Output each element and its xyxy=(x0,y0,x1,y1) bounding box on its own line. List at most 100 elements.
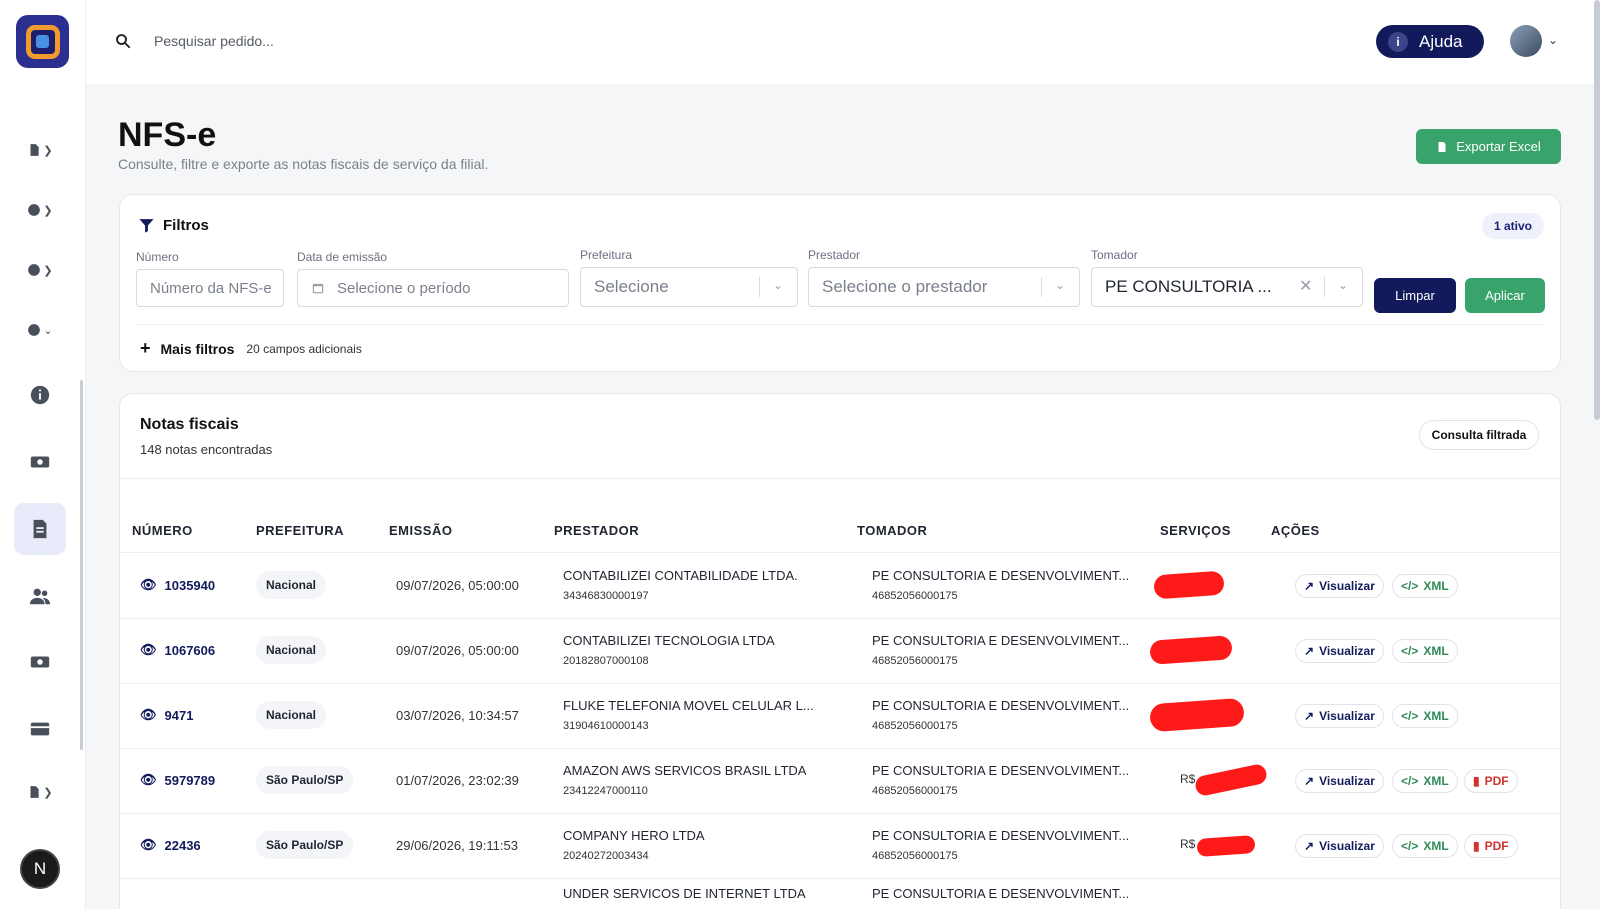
nota-numero-link[interactable]: 👁 22436 xyxy=(140,837,201,853)
emissao-date: 03/07/2026, 10:34:57 xyxy=(396,708,519,723)
xml-button[interactable]: </> XML xyxy=(1392,704,1458,728)
prestador-cnpj: 31904610000143 xyxy=(563,720,649,732)
nota-numero-link[interactable]: 👁 9471 xyxy=(140,707,193,723)
prestador-cnpj: 20182807000108 xyxy=(563,655,649,667)
sidebar-item-global[interactable]: ❯ xyxy=(14,244,66,296)
tomador-value: PE CONSULTORIA ... xyxy=(1105,277,1272,296)
apply-filters-button[interactable]: Aplicar xyxy=(1465,278,1545,313)
data-emissao-field[interactable]: Selecione o período xyxy=(297,269,569,307)
tomador-name: PE CONSULTORIA E DESENVOLVIMENT... xyxy=(872,763,1130,778)
numero-field[interactable]: Número da NFS-e xyxy=(136,269,284,307)
prestador-select[interactable]: Selecione o prestador ⌄ xyxy=(808,267,1080,307)
nota-numero-link[interactable]: 👁 5979789 xyxy=(140,772,215,788)
column-header-prestador[interactable]: PRESTADOR xyxy=(554,523,639,538)
tomador-label: Tomador xyxy=(1091,248,1138,262)
numero-label: Número xyxy=(136,250,179,264)
prestador-name: FLUKE TELEFONIA MOVEL CELULAR L... xyxy=(563,698,814,713)
excel-file-icon xyxy=(1438,141,1446,152)
column-header-numero[interactable]: NÚMERO xyxy=(132,523,193,538)
prefeitura-label: Prefeitura xyxy=(580,248,633,262)
servicos-value: R$ xyxy=(1180,837,1196,851)
pdf-button[interactable]: ▮ PDF xyxy=(1464,769,1518,793)
code-icon: </> xyxy=(1401,644,1419,658)
code-icon: </> xyxy=(1401,579,1419,593)
prefeitura-select[interactable]: Selecione ⌄ xyxy=(580,267,798,307)
sidebar: ❯ ❯ ❯ ⌄ ❯ N xyxy=(0,0,86,909)
plus-icon: + xyxy=(140,338,151,358)
file-dollar-icon xyxy=(30,786,40,798)
info-icon xyxy=(28,324,41,336)
help-label: Ajuda xyxy=(1419,31,1463,51)
table-row[interactable]: 👁 1035940 Nacional 09/07/2026, 05:00:00 C… xyxy=(120,553,1560,619)
export-excel-label: Exportar Excel xyxy=(1456,139,1541,154)
eye-icon: 👁 xyxy=(140,707,157,722)
data-emissao-placeholder: Selecione o período xyxy=(337,279,471,297)
page-scrollbar[interactable] xyxy=(1594,0,1600,420)
sidebar-item-reports[interactable]: ❯ xyxy=(14,766,66,818)
filters-title: Filtros xyxy=(138,217,209,234)
sidebar-item-nfse[interactable] xyxy=(14,503,66,555)
sidebar-item-documents[interactable]: ❯ xyxy=(14,124,66,176)
table-row[interactable]: 👁 9471 Nacional 03/07/2026, 10:34:57 FLUK… xyxy=(120,683,1560,749)
sidebar-item-add[interactable]: ❯ xyxy=(14,184,66,236)
more-filters-toggle[interactable]: + Mais filtros 20 campos adicionais xyxy=(140,338,362,359)
visualizar-button[interactable]: ↗ Visualizar xyxy=(1295,574,1384,598)
money-icon xyxy=(30,656,50,668)
tomador-cnpj: 46852056000175 xyxy=(872,655,958,667)
column-header-servicos[interactable]: SERVIÇOS xyxy=(1160,523,1231,538)
table-row[interactable]: 👁 5979789 São Paulo/SP 01/07/2026, 23:02:… xyxy=(120,748,1560,814)
tomador-cnpj: 46852056000175 xyxy=(872,720,958,732)
xml-button[interactable]: </> XML xyxy=(1392,639,1458,663)
column-header-emissao[interactable]: EMISSÃO xyxy=(389,523,452,538)
column-header-acoes: AÇÕES xyxy=(1271,523,1320,538)
document-icon xyxy=(33,519,47,539)
xml-button[interactable]: </> XML xyxy=(1392,834,1458,858)
emissao-date: 09/07/2026, 05:00:00 xyxy=(396,643,519,658)
xml-button[interactable]: </> XML xyxy=(1392,769,1458,793)
nota-numero-link[interactable]: 👁 1067606 xyxy=(140,642,215,658)
xml-button[interactable]: </> XML xyxy=(1392,574,1458,598)
chevron-down-icon[interactable]: ⌄ xyxy=(1548,33,1558,47)
nota-numero-link[interactable]: 👁 1035940 xyxy=(140,577,215,593)
column-header-tomador[interactable]: TOMADOR xyxy=(857,523,927,538)
info-icon: i xyxy=(1388,31,1408,52)
visualizar-button[interactable]: ↗ Visualizar xyxy=(1295,639,1384,663)
consulta-filtrada-button[interactable]: Consulta filtrada xyxy=(1419,420,1539,450)
chevron-right-icon: ❯ xyxy=(43,144,53,157)
help-button[interactable]: i Ajuda xyxy=(1376,25,1484,58)
redaction-mark xyxy=(1149,697,1245,733)
clear-icon[interactable]: ✕ xyxy=(1299,276,1312,296)
user-initial-avatar[interactable]: N xyxy=(20,849,60,889)
sidebar-item-info[interactable] xyxy=(14,369,66,421)
sidebar-scrollbar[interactable] xyxy=(80,380,83,750)
visualizar-button[interactable]: ↗ Visualizar xyxy=(1295,834,1384,858)
avatar[interactable] xyxy=(1510,25,1542,57)
search-icon xyxy=(116,34,131,49)
table-row[interactable]: 👁 22436 São Paulo/SP 29/06/2026, 19:11:53… xyxy=(120,813,1560,879)
export-excel-button[interactable]: Exportar Excel xyxy=(1416,129,1561,164)
numero-placeholder: Número da NFS-e xyxy=(150,279,272,297)
table-row[interactable]: 👁 1067606 Nacional 09/07/2026, 05:00:00 C… xyxy=(120,618,1560,684)
more-filters-label: Mais filtros xyxy=(160,340,235,357)
visualizar-button[interactable]: ↗ Visualizar xyxy=(1295,704,1384,728)
pdf-button[interactable]: ▮ PDF xyxy=(1464,834,1518,858)
search-input[interactable] xyxy=(154,28,554,54)
visualizar-button[interactable]: ↗ Visualizar xyxy=(1295,769,1384,793)
table-row[interactable]: UNDER SERVICOS DE INTERNET LTDA PE CONSU… xyxy=(120,878,1560,909)
sidebar-item-cash[interactable] xyxy=(14,436,66,488)
sidebar-item-users[interactable] xyxy=(14,570,66,622)
app-logo[interactable] xyxy=(16,15,69,68)
emissao-date: 01/07/2026, 23:02:39 xyxy=(396,773,519,788)
notes-card: Notas fiscais 148 notas encontradas Cons… xyxy=(119,393,1561,909)
column-header-prefeitura[interactable]: PREFEITURA xyxy=(256,523,344,538)
code-icon: </> xyxy=(1401,709,1419,723)
sidebar-item-cards[interactable] xyxy=(14,703,66,755)
sidebar-item-payments[interactable] xyxy=(14,636,66,688)
clear-filters-button[interactable]: Limpar xyxy=(1374,278,1456,313)
globe-icon xyxy=(28,264,41,276)
tomador-select[interactable]: PE CONSULTORIA ... ✕ ⌄ xyxy=(1091,267,1363,307)
chevron-right-icon: ❯ xyxy=(43,786,53,799)
prestador-name: AMAZON AWS SERVICOS BRASIL LTDA xyxy=(563,763,807,778)
sidebar-item-info-group[interactable]: ⌄ xyxy=(14,304,66,356)
chevron-down-icon: ⌄ xyxy=(43,324,53,337)
